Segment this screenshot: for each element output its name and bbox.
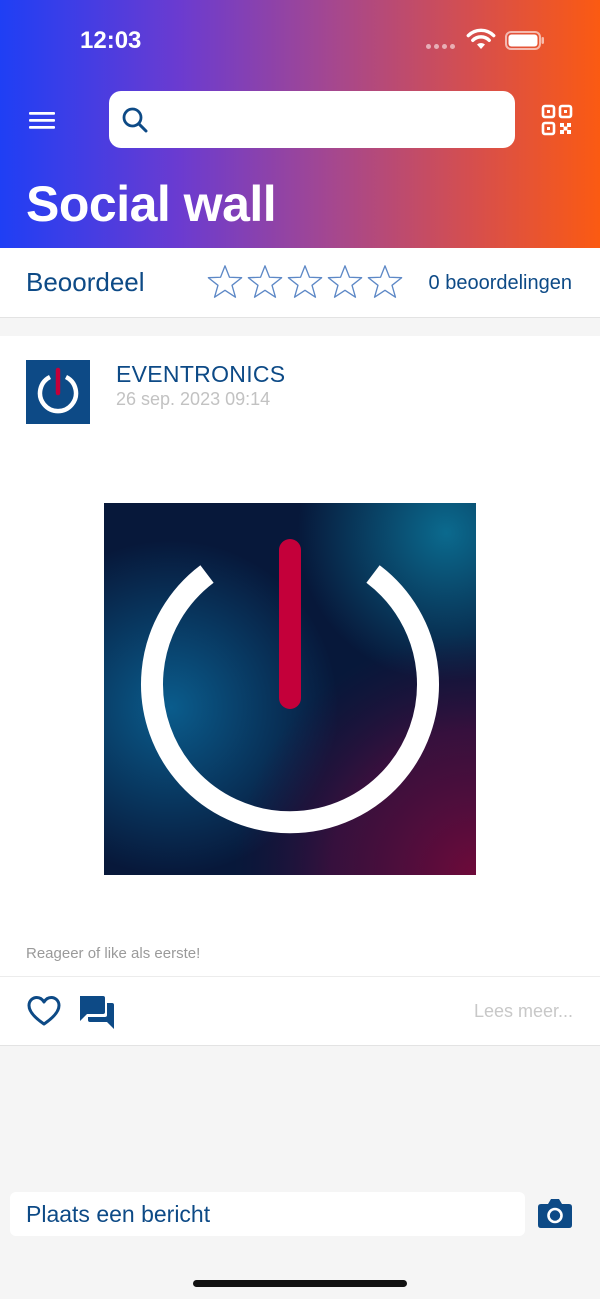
rating-bar: Beoordeel 0 beoordelingen: [0, 248, 600, 318]
star-icon[interactable]: [206, 262, 244, 302]
search-icon: [122, 107, 148, 132]
star-icon[interactable]: [246, 262, 284, 302]
post-author[interactable]: EVENTRONICS: [116, 361, 285, 388]
star-icon[interactable]: [326, 262, 364, 302]
menu-icon[interactable]: [26, 106, 58, 136]
post-image[interactable]: [104, 503, 476, 875]
battery-icon: [505, 31, 544, 50]
wifi-icon: [466, 28, 496, 49]
star-rating: [206, 262, 404, 302]
post-composer[interactable]: Plaats een bericht: [10, 1192, 525, 1236]
camera-icon[interactable]: [537, 1196, 573, 1230]
avatar[interactable]: [26, 360, 90, 424]
composer-placeholder: Plaats een bericht: [26, 1201, 211, 1227]
search-input[interactable]: [157, 99, 515, 140]
rating-count: 0 beoordelingen: [428, 272, 572, 294]
qr-code-icon[interactable]: [541, 104, 573, 136]
star-icon[interactable]: [286, 262, 324, 302]
search-box: [109, 91, 515, 148]
star-icon[interactable]: [366, 262, 404, 302]
home-indicator: [193, 1280, 407, 1287]
post-date: 26 sep. 2023 09:14: [116, 389, 271, 409]
page-title: Social wall: [26, 176, 277, 232]
engagement-prompt: Reageer of like als eerste!: [26, 945, 201, 962]
rate-label: Beoordeel: [26, 267, 145, 297]
app-header: 12:03 Social wall: [0, 0, 600, 248]
status-time: 12:03: [80, 27, 142, 54]
comments-icon[interactable]: [78, 993, 116, 1031]
divider: [0, 976, 600, 977]
post-card: EVENTRONICS 26 sep. 2023 09:14 Reageer o…: [0, 336, 600, 1046]
cellular-signal-icon: [426, 44, 455, 49]
heart-icon[interactable]: [26, 993, 62, 1029]
read-more-link[interactable]: Lees meer...: [474, 1001, 573, 1022]
